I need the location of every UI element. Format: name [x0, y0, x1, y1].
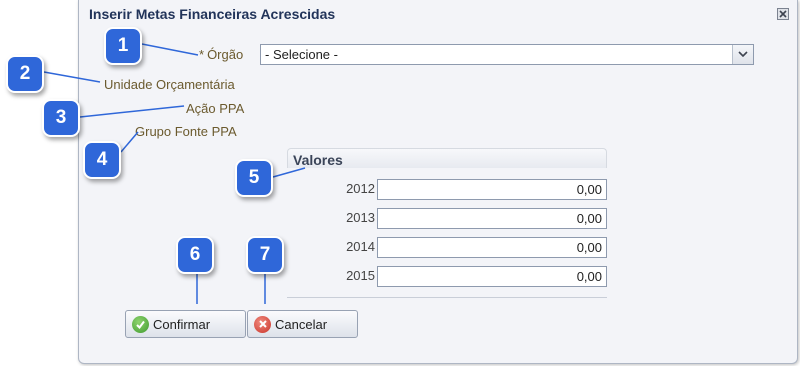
callout-badge-7: 7 — [246, 236, 284, 274]
callout-badge-2: 2 — [6, 55, 44, 93]
callout-badge-4: 4 — [83, 141, 121, 179]
callout-badge-3: 3 — [42, 99, 80, 137]
callout-badge-1: 1 — [104, 27, 142, 65]
callout-badge-6: 6 — [176, 236, 214, 274]
callout-badge-5: 5 — [235, 159, 273, 197]
